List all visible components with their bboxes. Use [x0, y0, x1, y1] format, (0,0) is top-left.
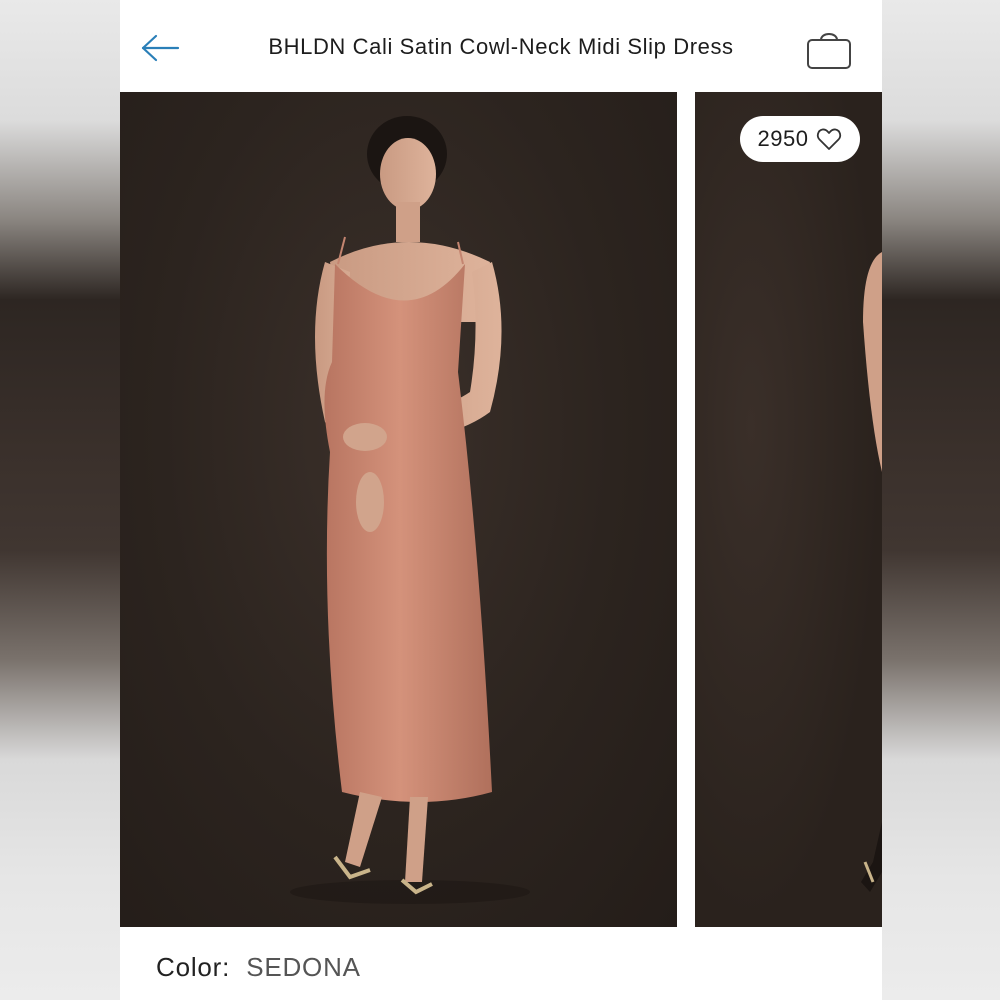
back-button[interactable] — [138, 28, 182, 68]
model-illustration-partial — [861, 252, 882, 892]
like-count: 2950 — [757, 126, 809, 151]
top-bar: BHLDN Cali Satin Cowl-Neck Midi Slip Dre… — [120, 0, 882, 92]
color-selection: Color: SEDONA — [156, 952, 361, 983]
model-illustration — [290, 116, 530, 904]
product-photo-next[interactable]: 2950 — [695, 92, 882, 927]
product-photo-main[interactable] — [120, 92, 677, 927]
arrow-left-icon — [140, 33, 180, 63]
color-label: Color: — [156, 952, 231, 982]
page-title: BHLDN Cali Satin Cowl-Neck Midi Slip Dre… — [268, 34, 734, 59]
heart-icon — [816, 127, 842, 151]
like-button[interactable]: 2950 — [740, 116, 860, 162]
product-screen: BHLDN Cali Satin Cowl-Neck Midi Slip Dre… — [120, 0, 882, 1000]
color-value: SEDONA — [246, 952, 361, 982]
backdrop-left — [0, 0, 120, 1000]
shopping-bag-button[interactable] — [804, 24, 854, 72]
shopping-bag-icon — [805, 24, 853, 72]
backdrop-right — [880, 0, 1000, 1000]
